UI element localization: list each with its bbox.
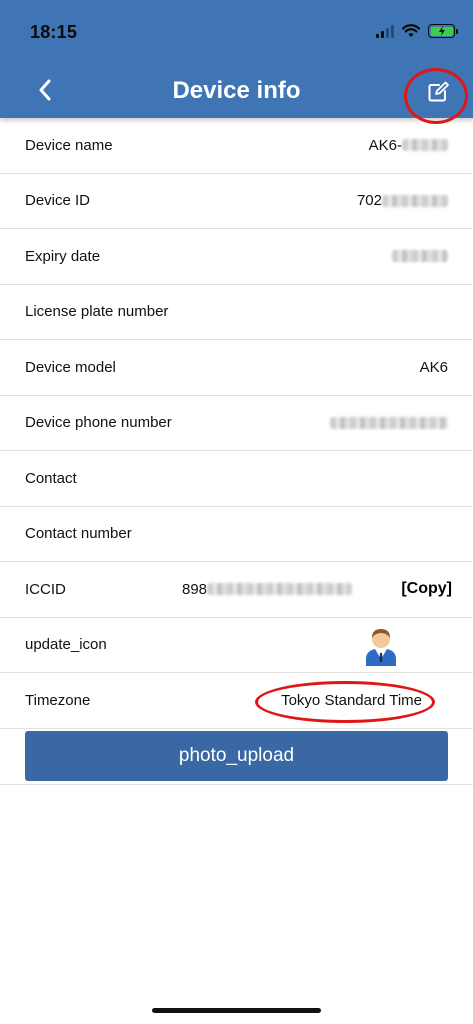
row-contact[interactable]: Contact [0, 451, 473, 507]
row-label: Timezone [25, 691, 91, 709]
row-label: Device ID [25, 192, 91, 210]
annotation-circle-edit [404, 68, 468, 124]
row-label: License plate number [25, 303, 169, 321]
row-label: Device phone number [25, 414, 172, 432]
redacted-text [392, 250, 448, 263]
row-device-id[interactable]: Device ID 702 [0, 174, 473, 229]
device-info-list: Device name AK6- Device ID 702 Expiry da… [0, 118, 473, 785]
page-title: Device info [172, 77, 301, 104]
row-device-phone[interactable]: Device phone number [0, 396, 473, 451]
home-indicator [152, 1008, 321, 1013]
wifi-icon [402, 24, 420, 37]
copy-button[interactable]: [Copy] [401, 580, 452, 598]
row-value-device-name: AK6- [369, 137, 448, 154]
status-icons [376, 24, 458, 38]
device-id-value: 702 [356, 192, 382, 210]
row-label: Device model [25, 358, 116, 376]
photo-upload-button[interactable]: photo_upload [25, 731, 448, 781]
row-timezone[interactable]: Timezone Tokyo Standard Time [0, 673, 473, 729]
row-value-device-id: 702 [357, 192, 448, 209]
header-bar: 18:15 Device info [0, 0, 473, 124]
iccid-value-wrap: 898 [182, 580, 353, 598]
iccid-value: 898 [182, 580, 208, 598]
status-time: 18:15 [30, 22, 78, 42]
redacted-text [207, 583, 353, 596]
row-label: Contact number [25, 525, 132, 543]
row-contact-number[interactable]: Contact number [0, 507, 473, 562]
signal-icon [376, 24, 394, 38]
row-label: update_icon [25, 636, 107, 654]
row-label: ICCID [25, 580, 66, 598]
row-device-model[interactable]: Device model AK6 [0, 340, 473, 396]
row-update-icon[interactable]: update_icon [0, 618, 473, 673]
row-label: Device name [25, 136, 113, 154]
avatar-icon[interactable] [363, 626, 399, 666]
device-name-value: AK6- [368, 136, 402, 154]
row-value-expiry-date [392, 250, 448, 263]
redacted-text [402, 139, 448, 152]
upload-row: photo_upload [0, 729, 473, 785]
annotation-circle-timezone [255, 681, 435, 723]
row-device-name[interactable]: Device name AK6- [0, 118, 473, 174]
redacted-text [382, 194, 448, 207]
row-label: Expiry date [25, 247, 101, 265]
row-license-plate[interactable]: License plate number [0, 285, 473, 340]
device-model-value: AK6 [419, 358, 448, 376]
row-iccid: ICCID 898 [Copy] [0, 562, 473, 618]
row-label: Contact [25, 469, 77, 487]
row-expiry-date[interactable]: Expiry date [0, 229, 473, 285]
row-value-device-phone [330, 416, 448, 429]
battery-icon [428, 24, 458, 38]
redacted-text [330, 416, 448, 429]
